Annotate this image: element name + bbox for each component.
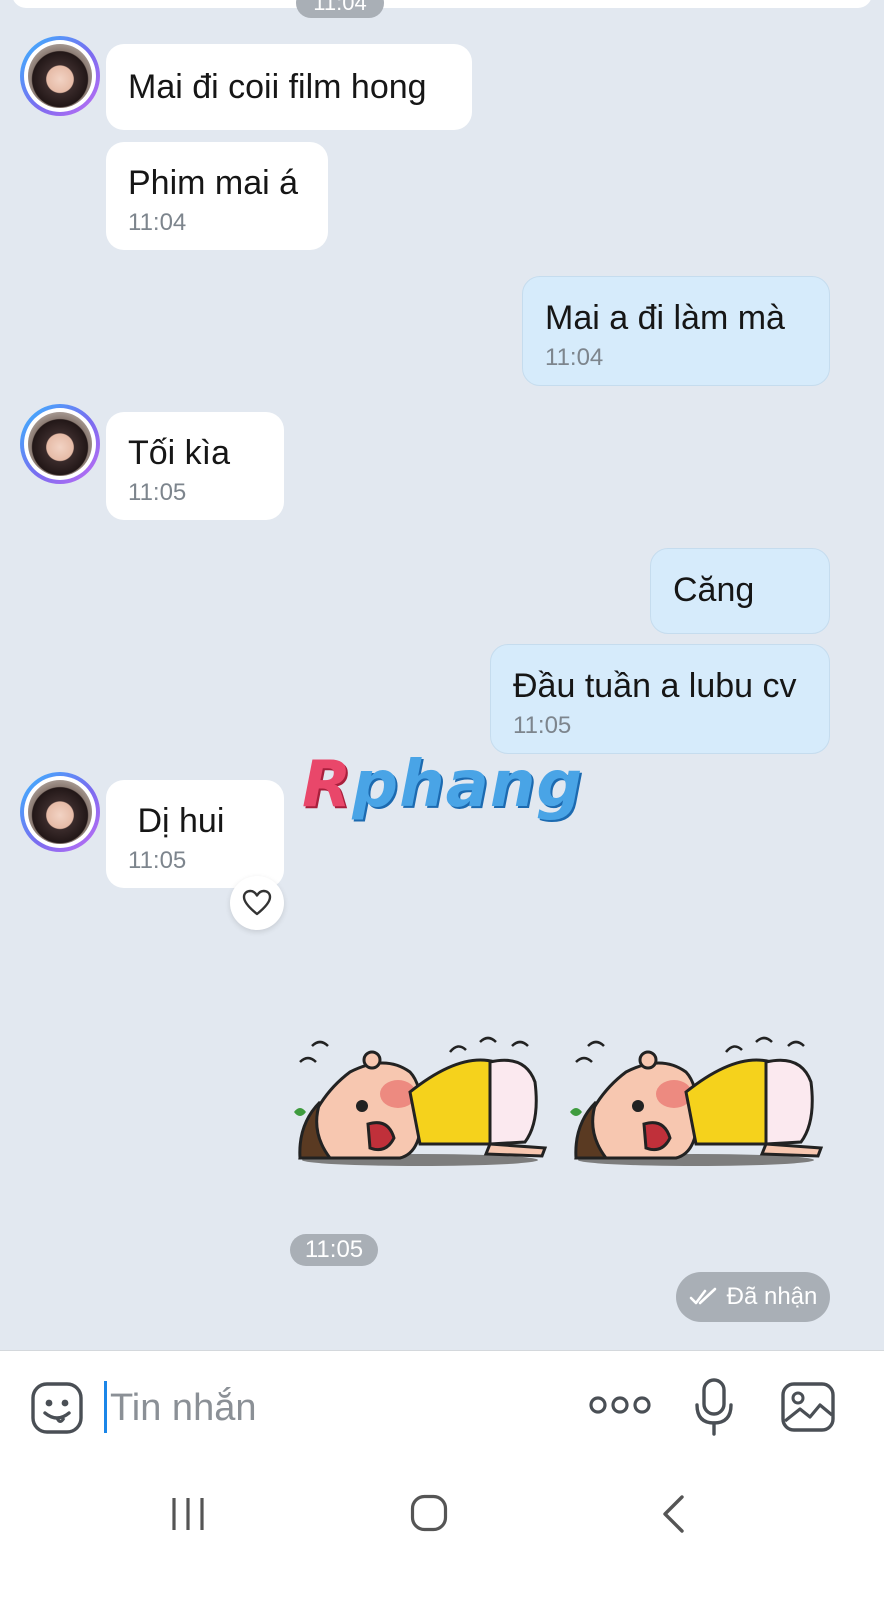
message-time: 11:05 [128, 479, 187, 506]
message-text: Mai đi coii film hong [128, 68, 427, 106]
microphone-icon[interactable] [694, 1377, 734, 1437]
delivery-status-label: Đã nhận [726, 1283, 818, 1310]
message-text: Mai a đi làm mà [545, 299, 785, 337]
sticker-image[interactable] [290, 1032, 550, 1172]
message-text: Phim mai á [128, 164, 299, 202]
image-icon[interactable] [780, 1381, 836, 1433]
outgoing-message-bubble[interactable]: Căng [650, 548, 830, 634]
home-icon[interactable] [410, 1494, 448, 1532]
incoming-message-bubble[interactable]: Dị hui 11:05 [106, 780, 284, 888]
message-text: Dị hui [128, 802, 225, 840]
react-heart-button[interactable] [230, 876, 284, 930]
outgoing-message-bubble[interactable]: Mai a đi làm mà 11:04 [522, 276, 830, 386]
message-composer: Tin nhắn [0, 1350, 884, 1462]
message-time: 11:04 [128, 209, 187, 236]
message-input[interactable]: Tin nhắn [110, 1387, 256, 1430]
sticker-time: 11:05 [290, 1234, 378, 1266]
double-check-icon [689, 1287, 716, 1305]
back-icon[interactable] [660, 1494, 686, 1534]
outgoing-message-bubble[interactable]: Đầu tuần a lubu cv 11:05 [490, 644, 830, 754]
text-cursor [104, 1381, 107, 1433]
contact-avatar[interactable] [20, 772, 100, 852]
contact-avatar[interactable] [20, 36, 100, 116]
heart-icon [242, 889, 272, 916]
delivery-status: Đã nhận [676, 1272, 830, 1322]
incoming-message-bubble[interactable]: Mai đi coii film hong [106, 44, 472, 130]
smiley-icon[interactable] [30, 1381, 84, 1435]
message-time: 11:04 [545, 344, 604, 371]
message-time: 11:05 [128, 847, 187, 874]
top-time-label: 11:04 [296, 0, 384, 18]
contact-avatar[interactable] [20, 404, 100, 484]
incoming-message-bubble[interactable]: Tối kìa 11:05 [106, 412, 284, 520]
message-text: Căng [673, 571, 755, 609]
more-dots-icon[interactable] [588, 1393, 652, 1417]
previous-message-bubble [12, 0, 872, 8]
recent-apps-icon[interactable] [170, 1496, 206, 1532]
message-text: Đầu tuần a lubu cv [513, 667, 797, 705]
system-nav-bar [0, 1462, 884, 1600]
message-text: Tối kìa [128, 434, 231, 472]
message-time: 11:05 [513, 712, 572, 739]
sticker-image[interactable] [566, 1032, 826, 1172]
watermark-logo: Rphang [302, 748, 584, 822]
incoming-message-bubble[interactable]: Phim mai á 11:04 [106, 142, 328, 250]
